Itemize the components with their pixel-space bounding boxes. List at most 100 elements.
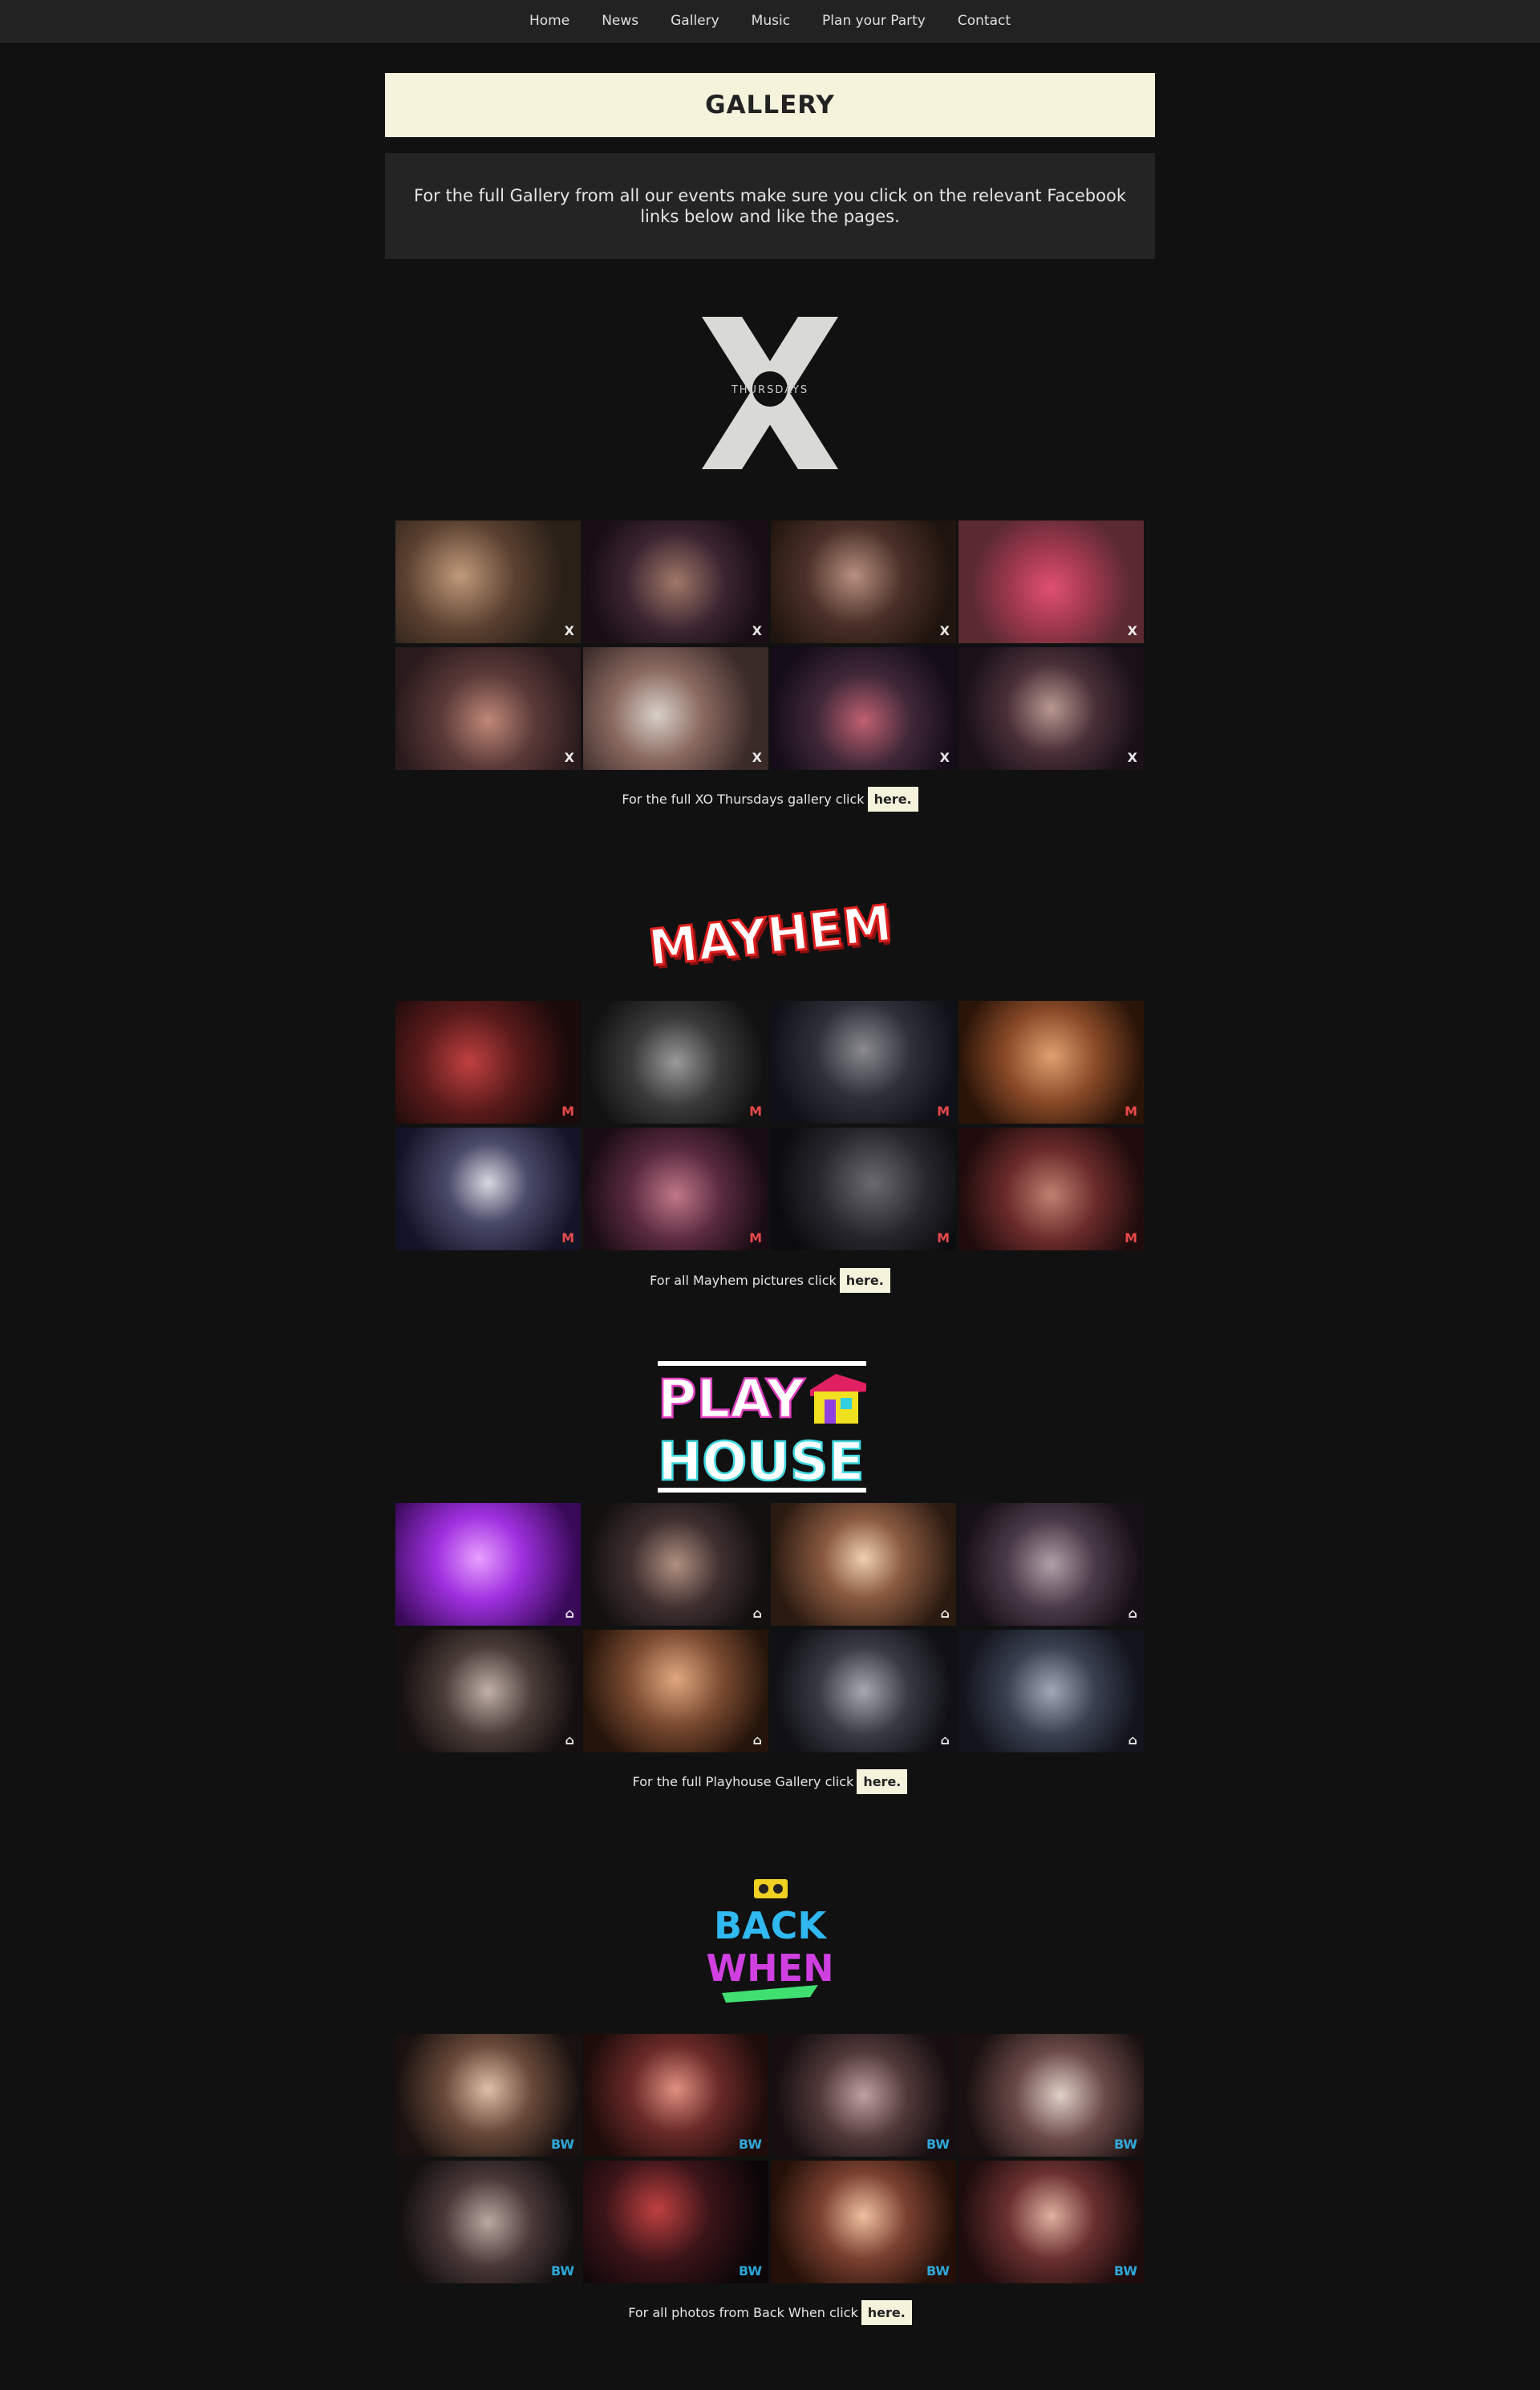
house-watermark-icon: ⌂ <box>752 1732 762 1748</box>
playhouse-caption-text: For the full Playhouse Gallery click <box>632 1773 854 1789</box>
back-when-watermark-icon: BW <box>739 2137 762 2152</box>
back-when-watermark-icon: BW <box>551 2137 574 2152</box>
gallery-photo[interactable]: ⌂ <box>958 1503 1144 1626</box>
mayhem-watermark-icon: M <box>937 1104 950 1119</box>
gallery-photo[interactable]: X <box>583 521 768 643</box>
nav-contact[interactable]: Contact <box>958 13 1011 29</box>
gallery-photo[interactable]: BW <box>395 2161 581 2283</box>
gallery-photo[interactable]: X <box>771 521 956 643</box>
back-when-logo: BACK WHEN <box>690 1873 850 2017</box>
house-watermark-icon: ⌂ <box>752 1606 762 1621</box>
playhouse-photo-grid: ⌂ ⌂ ⌂ ⌂ ⌂ ⌂ ⌂ ⌂ <box>395 1503 1145 1752</box>
gallery-photo[interactable]: X <box>395 647 581 770</box>
xo-watermark-icon: X <box>1127 623 1137 638</box>
xo-watermark-icon: X <box>939 750 950 765</box>
gallery-photo[interactable]: X <box>958 521 1144 643</box>
xo-watermark-icon: X <box>752 623 762 638</box>
gallery-photo[interactable]: X <box>395 521 581 643</box>
mayhem-caption: For all Mayhem pictures click here. <box>385 1267 1155 1293</box>
back-when-watermark-icon: BW <box>551 2263 574 2279</box>
nav-gallery[interactable]: Gallery <box>671 13 719 29</box>
house-watermark-icon: ⌂ <box>940 1606 950 1621</box>
gallery-photo[interactable]: BW <box>771 2034 956 2157</box>
mayhem-watermark-icon: M <box>1125 1104 1137 1119</box>
back-when-watermark-icon: BW <box>1114 2263 1137 2279</box>
xo-gallery-link[interactable]: here. <box>867 786 918 812</box>
back-when-watermark-icon: BW <box>926 2137 950 2152</box>
mayhem-photo-grid: M M M M M M M M <box>395 1001 1145 1250</box>
gallery-photo[interactable]: BW <box>958 2034 1144 2157</box>
mayhem-watermark-icon: M <box>561 1104 574 1119</box>
top-navbar: Home News Gallery Music Plan your Party … <box>0 0 1540 43</box>
gallery-photo[interactable]: M <box>583 1001 768 1124</box>
mayhem-logo: MAYHEM MAYHEM <box>650 877 890 993</box>
xo-caption: For the full XO Thursdays gallery click … <box>385 786 1155 812</box>
gallery-photo[interactable]: BW <box>958 2161 1144 2283</box>
nav-news[interactable]: News <box>602 13 638 29</box>
xo-watermark-icon: X <box>564 750 574 765</box>
nav-home[interactable]: Home <box>529 13 569 29</box>
gallery-photo[interactable]: ⌂ <box>958 1630 1144 1752</box>
page-title: GALLERY <box>385 73 1155 137</box>
gallery-photo[interactable]: M <box>958 1128 1144 1250</box>
nav-plan-your-party[interactable]: Plan your Party <box>822 13 926 29</box>
back-when-photo-grid: BW BW BW BW BW BW BW BW <box>395 2034 1145 2283</box>
gallery-photo[interactable]: M <box>395 1128 581 1250</box>
xo-caption-text: For the full XO Thursdays gallery click <box>622 791 865 807</box>
gallery-photo[interactable]: ⌂ <box>395 1503 581 1626</box>
mayhem-gallery-link[interactable]: here. <box>839 1267 890 1293</box>
xo-watermark-icon: X <box>752 750 762 765</box>
gallery-photo[interactable]: ⌂ <box>771 1503 956 1626</box>
gallery-photo[interactable]: BW <box>771 2161 956 2283</box>
playhouse-caption: For the full Playhouse Gallery click her… <box>385 1768 1155 1794</box>
gallery-photo[interactable]: X <box>583 647 768 770</box>
back-when-logo-line1: BACK <box>714 1904 828 1947</box>
mayhem-caption-text: For all Mayhem pictures click <box>650 1272 837 1288</box>
xo-logo-text: THURSDAYS <box>731 384 808 396</box>
gallery-photo[interactable]: BW <box>583 2034 768 2157</box>
gallery-photo[interactable]: X <box>771 647 956 770</box>
gallery-photo[interactable]: M <box>583 1128 768 1250</box>
mayhem-watermark-icon: M <box>561 1230 574 1246</box>
mayhem-watermark-icon: M <box>749 1230 762 1246</box>
playhouse-logo-line1: PLAY <box>658 1368 805 1430</box>
xo-thursdays-logo: THURSDAYS <box>690 309 850 477</box>
gallery-photo[interactable]: X <box>958 647 1144 770</box>
back-when-watermark-icon: BW <box>926 2263 950 2279</box>
back-when-watermark-icon: BW <box>739 2263 762 2279</box>
house-watermark-icon: ⌂ <box>565 1606 574 1621</box>
gallery-photo[interactable]: M <box>395 1001 581 1124</box>
xo-watermark-icon: X <box>564 623 574 638</box>
house-watermark-icon: ⌂ <box>1128 1606 1137 1621</box>
gallery-photo[interactable]: BW <box>583 2161 768 2283</box>
gallery-photo[interactable]: ⌂ <box>583 1503 768 1626</box>
xo-watermark-icon: X <box>1127 750 1137 765</box>
xo-photo-grid: X X X X X X X X <box>395 521 1145 770</box>
gallery-photo[interactable]: M <box>771 1001 956 1124</box>
house-watermark-icon: ⌂ <box>1128 1732 1137 1748</box>
mayhem-watermark-icon: M <box>937 1230 950 1246</box>
playhouse-logo: PLAY HOUSE <box>650 1359 890 1496</box>
gallery-photo[interactable]: ⌂ <box>395 1630 581 1752</box>
xo-watermark-icon: X <box>939 623 950 638</box>
playhouse-logo-line2: HOUSE <box>658 1431 865 1493</box>
boombox-icon <box>754 1879 788 1898</box>
mayhem-watermark-icon: M <box>1125 1230 1137 1246</box>
gallery-photo[interactable]: ⌂ <box>583 1630 768 1752</box>
back-when-gallery-link[interactable]: here. <box>861 2299 912 2325</box>
mayhem-watermark-icon: M <box>749 1104 762 1119</box>
gallery-photo[interactable]: M <box>771 1128 956 1250</box>
house-watermark-icon: ⌂ <box>565 1732 574 1748</box>
gallery-photo[interactable]: BW <box>395 2034 581 2157</box>
back-when-caption-text: For all photos from Back When click <box>628 2304 858 2320</box>
playhouse-gallery-link[interactable]: here. <box>857 1768 908 1794</box>
back-when-watermark-icon: BW <box>1114 2137 1137 2152</box>
house-watermark-icon: ⌂ <box>940 1732 950 1748</box>
intro-text: For the full Gallery from all our events… <box>385 153 1155 259</box>
back-when-caption: For all photos from Back When click here… <box>385 2299 1155 2325</box>
nav-music[interactable]: Music <box>752 13 790 29</box>
house-icon <box>810 1374 866 1424</box>
back-when-logo-line2: WHEN <box>706 1946 833 1990</box>
gallery-photo[interactable]: M <box>958 1001 1144 1124</box>
gallery-photo[interactable]: ⌂ <box>771 1630 956 1752</box>
